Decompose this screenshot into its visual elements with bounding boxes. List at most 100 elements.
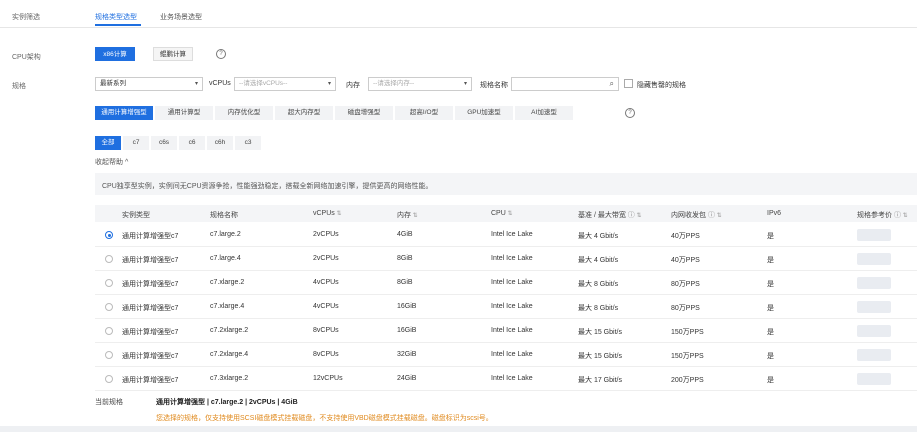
cell-instance-type: 通用计算增强型c7	[122, 281, 179, 288]
help-icon[interactable]: ?	[625, 108, 635, 118]
sort-icon[interactable]: ⇅	[506, 211, 512, 217]
cell-cpu: Intel Ice Lake	[491, 327, 533, 334]
col-pps-header[interactable]: 内网收发包 ⓘ ⇅	[671, 210, 722, 220]
col-memory-header[interactable]: 内存 ⇅	[397, 210, 418, 220]
sort-icon[interactable]: ⇅	[901, 213, 908, 219]
series-select[interactable]: 最新系列 ▾	[95, 77, 203, 91]
cell-pps: 150万PPS	[671, 329, 704, 336]
category-tabs: 通用计算增强型 通用计算型 内存优化型 超大内存型 磁盘增强型 超高I/O型 G…	[95, 106, 573, 120]
vcpus-select[interactable]: --请选择vCPUs-- ▾	[234, 77, 336, 91]
row-radio[interactable]	[105, 303, 113, 311]
cell-cpu: Intel Ice Lake	[491, 255, 533, 262]
row-radio[interactable]	[105, 279, 113, 287]
category-gpu[interactable]: GPU加速型	[455, 106, 513, 120]
tab-spec-type[interactable]: 规格类型选型	[95, 12, 137, 22]
col-bandwidth-header[interactable]: 基准 / 最大带宽 ⓘ ⇅	[578, 210, 642, 220]
cell-instance-type: 通用计算增强型c7	[122, 329, 179, 336]
cell-spec-name: c7.3xlarge.2	[210, 375, 249, 382]
subtype-c6h[interactable]: c6h	[207, 136, 233, 150]
cell-vcpus: 12vCPUs	[313, 375, 343, 382]
column-header-label: 内存	[397, 212, 411, 219]
column-header-label: 规格参考价	[857, 212, 892, 219]
cell-pps: 80万PPS	[671, 281, 700, 288]
cell-pps: 150万PPS	[671, 353, 704, 360]
price-placeholder	[857, 373, 891, 385]
disk-notice: 您选择的规格，仅支持使用SCSI磁盘模式挂载磁盘，不支持使用VBD磁盘模式挂载磁…	[156, 415, 493, 422]
category-memory-optimized[interactable]: 内存优化型	[215, 106, 273, 120]
tab-active-underline	[95, 24, 141, 26]
col-price-header[interactable]: 规格参考价 ⓘ ⇅	[857, 210, 908, 220]
memory-select[interactable]: --请选择内存-- ▾	[368, 77, 472, 91]
price-placeholder	[857, 349, 891, 361]
memory-placeholder: --请选择内存--	[373, 80, 415, 87]
price-placeholder	[857, 229, 891, 241]
cpu-x86-button[interactable]: x86计算	[95, 47, 135, 61]
category-large-memory[interactable]: 超大内存型	[275, 106, 333, 120]
sort-icon[interactable]: ⇅	[635, 213, 641, 219]
row-radio[interactable]	[105, 351, 113, 359]
cell-memory: 16GiB	[397, 303, 417, 310]
sort-icon[interactable]: ⇅	[335, 211, 341, 217]
cell-ipv6: 是	[767, 377, 774, 384]
sort-icon[interactable]: ⇅	[715, 213, 722, 219]
current-spec-label: 当前规格	[95, 399, 123, 406]
cell-bandwidth: 最大 8 Gbit/s	[578, 281, 619, 288]
category-ultra-io[interactable]: 超高I/O型	[395, 106, 453, 120]
subtype-tabs: 全部 c7 c6s c6 c6h c3	[95, 136, 261, 150]
cell-vcpus: 8vCPUs	[313, 327, 339, 334]
tab-scenario[interactable]: 业务场景选型	[160, 12, 202, 22]
subtype-c3[interactable]: c3	[235, 136, 261, 150]
cell-instance-type: 通用计算增强型c7	[122, 257, 179, 264]
help-icon[interactable]: ⓘ	[706, 212, 715, 219]
cell-instance-type: 通用计算增强型c7	[122, 305, 179, 312]
column-header-label: 实例类型	[122, 212, 150, 219]
series-value: 最新系列	[100, 80, 126, 87]
category-disk-enhanced[interactable]: 磁盘增强型	[335, 106, 393, 120]
column-header-label: IPv6	[767, 210, 782, 217]
cell-spec-name: c7.large.4	[210, 255, 241, 262]
cell-memory: 8GiB	[397, 279, 413, 286]
column-header-label: CPU	[491, 210, 506, 217]
subtype-c6[interactable]: c6	[179, 136, 205, 150]
vcpus-placeholder: --请选择vCPUs--	[239, 80, 288, 87]
name-search-input[interactable]: ⌕	[511, 77, 619, 91]
row-radio[interactable]	[105, 255, 113, 263]
row-radio[interactable]	[105, 375, 113, 383]
subtype-all[interactable]: 全部	[95, 136, 121, 150]
col-vcpus-header[interactable]: vCPUs ⇅	[313, 210, 341, 217]
sort-icon[interactable]: ⇅	[411, 213, 418, 219]
cell-bandwidth: 最大 15 Gbit/s	[578, 353, 622, 360]
search-icon[interactable]: ⌕	[610, 78, 614, 90]
cpu-arch-label: CPU架构	[12, 54, 41, 61]
chevron-down-icon: ▾	[327, 81, 331, 87]
cell-ipv6: 是	[767, 353, 774, 360]
category-general-enhanced[interactable]: 通用计算增强型	[95, 106, 153, 120]
spec-label: 规格	[12, 83, 26, 90]
hide-soldout-checkbox[interactable]	[624, 79, 633, 88]
category-general[interactable]: 通用计算型	[155, 106, 213, 120]
price-placeholder	[857, 301, 891, 313]
row-radio[interactable]	[105, 231, 113, 239]
help-icon[interactable]: ⓘ	[626, 212, 635, 219]
subtype-c6s[interactable]: c6s	[151, 136, 177, 150]
help-icon[interactable]: ⓘ	[892, 212, 901, 219]
price-placeholder	[857, 325, 891, 337]
collapse-help-link[interactable]: 收起帮助 ^	[95, 157, 128, 167]
cell-instance-type: 通用计算增强型c7	[122, 353, 179, 360]
chevron-down-icon: ▾	[463, 81, 467, 87]
bottom-bar	[0, 426, 917, 432]
row-radio[interactable]	[105, 327, 113, 335]
cpu-kunpeng-button[interactable]: 鲲鹏计算	[153, 47, 193, 61]
cell-bandwidth: 最大 8 Gbit/s	[578, 305, 619, 312]
cell-spec-name: c7.2xlarge.4	[210, 351, 249, 358]
filter-label: 实例筛选	[12, 14, 40, 21]
cell-memory: 4GiB	[397, 231, 413, 238]
cell-spec-name: c7.large.2	[210, 231, 241, 238]
category-ai[interactable]: AI加速型	[515, 106, 573, 120]
current-spec-value: 通用计算增强型 | c7.large.2 | 2vCPUs | 4GiB	[156, 399, 298, 406]
subtype-c7[interactable]: c7	[123, 136, 149, 150]
cell-ipv6: 是	[767, 257, 774, 264]
col-cpu-header[interactable]: CPU ⇅	[491, 210, 512, 217]
cell-spec-name: c7.2xlarge.2	[210, 327, 249, 334]
help-icon[interactable]: ?	[216, 49, 226, 59]
